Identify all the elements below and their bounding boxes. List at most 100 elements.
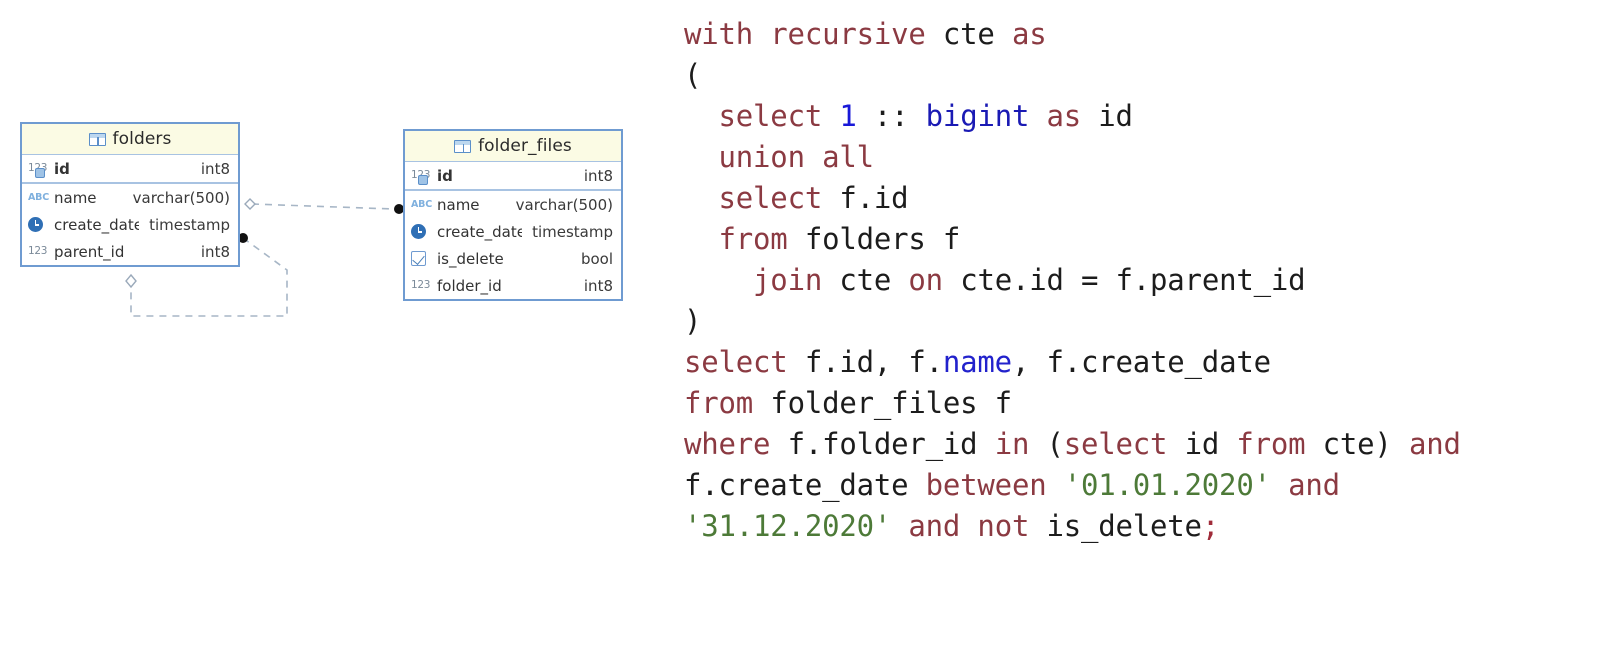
column-type: int8 — [200, 159, 230, 178]
table-row[interactable]: 123 folder_id int8 — [405, 272, 621, 299]
sql-token: as — [1011, 17, 1047, 51]
sql-token: and — [1408, 427, 1461, 461]
sql-token: join — [753, 263, 840, 297]
sql-token: folder_files f — [770, 386, 1012, 420]
table-folders[interactable]: folders 123 id int8 ABC name varchar(500… — [20, 122, 240, 267]
checkbox-icon — [411, 251, 437, 266]
table-folders-pk-section: 123 id int8 — [22, 155, 238, 184]
table-folder-files[interactable]: folder_files 123 id int8 ABC name varcha… — [403, 129, 623, 301]
sql-token: between — [925, 468, 1064, 502]
relationship-connectors — [125, 198, 404, 317]
column-name: is_delete — [437, 249, 504, 268]
sql-token: from — [718, 222, 805, 256]
sql-token: select — [718, 99, 840, 133]
sql-token: '31.12.2020' — [684, 509, 892, 543]
column-name: folder_id — [437, 276, 502, 295]
number-key-icon: 123 — [28, 162, 48, 178]
column-type: int8 — [200, 242, 230, 261]
sql-token: 1 — [839, 99, 857, 133]
table-row[interactable]: 123 id int8 — [405, 162, 621, 189]
table-row[interactable]: 123 parent_id int8 — [22, 238, 238, 265]
sql-token: folders f — [804, 222, 961, 256]
column-name: id — [54, 159, 70, 178]
relationship-line-name — [251, 203, 394, 210]
column-type: timestamp — [149, 215, 230, 234]
number-icon: 123 — [28, 245, 48, 258]
sql-token: union all — [718, 140, 875, 174]
sql-token: f.folder_id — [787, 427, 995, 461]
sql-token: cte — [839, 263, 909, 297]
relationship-diamond-folders-parent-id — [125, 273, 137, 289]
column-name: id — [437, 166, 453, 185]
sql-token: f.create_date — [684, 468, 926, 502]
table-row[interactable]: ABC name varchar(500) — [22, 184, 238, 211]
table-row[interactable]: is_delete bool — [405, 245, 621, 272]
sql-query-text[interactable]: with recursive cte as ( select 1 :: bigi… — [684, 14, 1461, 547]
column-name: name — [437, 195, 480, 214]
table-icon — [88, 132, 106, 146]
sql-token: bigint — [925, 99, 1030, 133]
column-name: parent_id — [54, 242, 125, 261]
column-type: int8 — [583, 276, 613, 295]
sql-token: and not — [908, 509, 1047, 543]
table-icon — [454, 139, 472, 153]
table-folder-files-pk-section: 123 id int8 — [405, 162, 621, 191]
sql-token: select — [684, 345, 805, 379]
sql-token: cte — [942, 17, 1012, 51]
column-name: name — [54, 188, 97, 207]
abc-icon: ABC — [411, 198, 432, 210]
sql-token: :: — [856, 99, 926, 133]
table-folder-files-header: folder_files — [405, 131, 621, 162]
table-folder-files-name: folder_files — [478, 136, 572, 156]
relationship-diamond-folders-name — [244, 198, 256, 210]
column-type: int8 — [583, 166, 613, 185]
sql-token: f.id, f. — [804, 345, 943, 379]
sql-token: ( — [684, 58, 702, 92]
column-type: varchar(500) — [132, 188, 230, 207]
sql-token: select — [718, 181, 840, 215]
sql-token: , f.create_date — [1011, 345, 1271, 379]
sql-token: from — [1236, 427, 1323, 461]
clock-icon — [411, 224, 437, 239]
column-name: create_date — [54, 215, 140, 234]
sql-token: and — [1288, 468, 1340, 502]
clock-icon — [28, 217, 54, 232]
sql-token: is_delete — [1046, 509, 1202, 543]
table-folders-name: folders — [112, 129, 172, 149]
table-row[interactable]: 123 id int8 — [22, 155, 238, 182]
sql-token: f.id — [839, 181, 909, 215]
er-diagram-panel: folders 123 id int8 ABC name varchar(500… — [0, 0, 660, 653]
column-type: timestamp — [532, 222, 613, 241]
sql-token: id — [1184, 427, 1237, 461]
sql-token: ( — [1046, 427, 1064, 461]
number-icon: 123 — [411, 279, 431, 292]
sql-code-panel: with recursive cte as ( select 1 :: bigi… — [660, 0, 1600, 653]
column-type: varchar(500) — [515, 195, 613, 214]
sql-token: select — [1063, 427, 1185, 461]
table-row[interactable]: create_date timestamp — [405, 218, 621, 245]
table-row[interactable]: ABC name varchar(500) — [405, 191, 621, 218]
sql-token: on — [908, 263, 961, 297]
sql-token: where — [684, 427, 788, 461]
sql-token: from — [684, 386, 771, 420]
sql-token: ) — [684, 304, 702, 338]
sql-token: name — [942, 345, 1012, 379]
sql-token: ; — [1201, 509, 1220, 543]
sql-token: cte) — [1322, 427, 1409, 461]
column-name: create_date — [437, 222, 523, 241]
sql-token: '01.01.2020' — [1063, 468, 1271, 502]
sql-token: with recursive — [684, 17, 943, 51]
sql-token: as — [1029, 99, 1099, 133]
table-row[interactable]: create_date timestamp — [22, 211, 238, 238]
table-folders-header: folders — [22, 124, 238, 155]
sql-token: cte.id = f.parent_id — [960, 263, 1306, 297]
table-folders-columns: ABC name varchar(500) create_date timest… — [22, 184, 238, 265]
sql-token: id — [1098, 99, 1133, 133]
